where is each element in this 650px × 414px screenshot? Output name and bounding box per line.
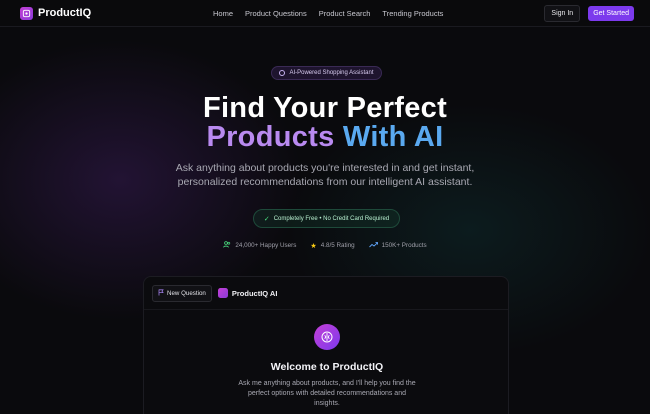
hero-title-line2: Products With AI [0,121,650,154]
free-badge-label: Completely Free • No Credit Card Require… [273,215,390,222]
hero-stats: 24,000+ Happy Users ★ 4.8/5 Rating 150K+… [0,241,650,250]
trending-icon [368,241,378,250]
stat-rating-label: 4.8/5 Rating [320,242,355,249]
hero-subtitle-line1: Ask anything about products you're inter… [175,162,475,174]
hero-title-with-ai: With AI [342,121,444,153]
nav-actions: Sign In Get Started [544,0,634,27]
brand-name: ProductIQ [38,7,92,19]
ai-powered-pill: AI-Powered Shopping Assistant [271,66,382,80]
check-icon: ✓ [263,215,270,223]
hero-subtitle-line2: personalized recommendations from our in… [177,175,473,188]
star-icon: ★ [310,242,317,250]
stat-rating: ★ 4.8/5 Rating [310,241,354,250]
nav-link-home[interactable]: Home [213,9,233,18]
stat-products-label: 150K+ Products [381,242,427,249]
assistant-icon [217,288,228,298]
nav-link-trending-products[interactable]: Trending Products [382,9,443,18]
sign-in-button[interactable]: Sign In [544,5,581,22]
new-question-label: New Question [167,289,206,297]
top-navbar: ProductIQ Home Product Questions Product… [0,0,650,27]
users-icon [223,241,231,250]
free-badge: ✓ Completely Free • No Credit Card Requi… [253,209,400,228]
welcome-title: Welcome to ProductIQ [270,361,384,373]
sparkle-icon [279,70,286,76]
stat-products: 150K+ Products [368,241,427,250]
flag-icon [158,288,164,298]
assistant-name: ProductIQ AI [231,288,278,298]
stat-users-label: 24,000+ Happy Users [235,242,297,249]
assistant-label: ProductIQ AI [217,288,278,298]
get-started-button[interactable]: Get Started [588,6,634,21]
welcome-line2: perfect options with detailed recommenda… [248,390,406,397]
hero-title-products: Products [206,121,335,153]
welcome-line3: insights. [314,400,340,407]
welcome-subtitle: Ask me anything about products, and I'll… [227,379,427,409]
brand-icon [20,6,33,20]
chat-card-header: New Question ProductIQ AI [144,277,508,310]
nav-link-product-questions[interactable]: Product Questions [245,9,307,18]
brain-icon [314,324,340,350]
new-question-button[interactable]: New Question [152,284,212,302]
pill-label: AI-Powered Shopping Assistant [289,70,374,76]
welcome-line1: Ask me anything about products, and I'll… [238,380,416,387]
stat-users: 24,000+ Happy Users [223,241,296,250]
nav-links: Home Product Questions Product Search Tr… [213,0,443,27]
hero-subtitle: Ask anything about products you're inter… [0,162,650,189]
chat-card: New Question ProductIQ AI Welcome to Pro… [143,276,509,414]
brand-logo[interactable]: ProductIQ [20,6,92,20]
nav-link-product-search[interactable]: Product Search [319,9,371,18]
